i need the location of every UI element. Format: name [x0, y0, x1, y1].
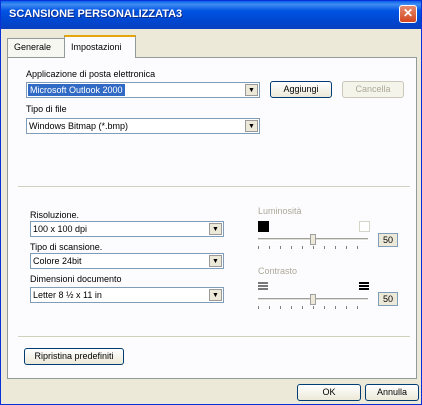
- chevron-down-icon[interactable]: ▼: [245, 84, 258, 96]
- file-type-select[interactable]: Windows Bitmap (*.bmp) ▼: [26, 118, 260, 134]
- tab-impostazioni[interactable]: Impostazioni: [64, 35, 136, 58]
- separator: [18, 336, 410, 338]
- slider-ticks: [258, 306, 368, 309]
- doc-size-select[interactable]: Letter 8 ½ x 11 in ▼: [30, 287, 224, 303]
- close-icon: ✕: [402, 6, 414, 20]
- chevron-down-icon[interactable]: ▼: [245, 120, 258, 132]
- doc-size-label: Dimensioni documento: [30, 274, 122, 284]
- light-square-icon: [359, 221, 370, 232]
- dark-square-icon: [258, 221, 269, 232]
- dialog-window: SCANSIONE PERSONALIZZATA3 ✕ Generale Imp…: [0, 0, 422, 405]
- chevron-down-icon[interactable]: ▼: [209, 289, 222, 301]
- contrast-slider[interactable]: [258, 294, 368, 309]
- tab-generale[interactable]: Generale: [7, 38, 65, 57]
- delete-button[interactable]: Cancella: [342, 81, 404, 98]
- high-contrast-icon: [359, 282, 369, 292]
- ok-button[interactable]: OK: [297, 384, 361, 401]
- add-button[interactable]: Aggiungi: [270, 81, 332, 98]
- email-app-value: Microsoft Outlook 2000: [28, 84, 125, 96]
- resolution-select[interactable]: 100 x 100 dpi ▼: [30, 221, 224, 237]
- window-title: SCANSIONE PERSONALIZZATA3: [9, 8, 183, 20]
- file-type-label: Tipo di file: [26, 104, 67, 114]
- contrast-value[interactable]: 50: [378, 292, 398, 306]
- email-app-select[interactable]: Microsoft Outlook 2000 ▼: [26, 82, 260, 98]
- resolution-value: 100 x 100 dpi: [33, 224, 88, 234]
- resolution-label: Risoluzione.: [30, 210, 80, 220]
- cancel-button[interactable]: Annulla: [365, 384, 419, 401]
- contrast-label: Contrasto: [258, 266, 298, 276]
- slider-thumb[interactable]: [310, 294, 316, 305]
- chevron-down-icon[interactable]: ▼: [209, 255, 222, 267]
- close-button[interactable]: ✕: [399, 5, 417, 23]
- doc-size-value: Letter 8 ½ x 11 in: [33, 290, 102, 300]
- brightness-label: Luminosità: [258, 206, 302, 216]
- email-app-label: Applicazione di posta elettronica: [26, 69, 156, 79]
- settings-panel: Applicazione di posta elettronica Micros…: [7, 57, 417, 379]
- restore-defaults-button[interactable]: Ripristina predefiniti: [24, 348, 124, 365]
- slider-ticks: [258, 246, 368, 249]
- brightness-slider[interactable]: [258, 234, 368, 249]
- title-bar[interactable]: SCANSIONE PERSONALIZZATA3 ✕: [1, 1, 421, 29]
- separator: [18, 186, 410, 188]
- scan-type-value: Colore 24bit: [33, 256, 82, 266]
- chevron-down-icon[interactable]: ▼: [209, 223, 222, 235]
- low-contrast-icon: [258, 282, 268, 292]
- scan-type-label: Tipo di scansione.: [30, 242, 103, 252]
- slider-thumb[interactable]: [310, 234, 316, 245]
- file-type-value: Windows Bitmap (*.bmp): [29, 121, 129, 131]
- brightness-value[interactable]: 50: [378, 233, 398, 247]
- scan-type-select[interactable]: Colore 24bit ▼: [30, 253, 224, 269]
